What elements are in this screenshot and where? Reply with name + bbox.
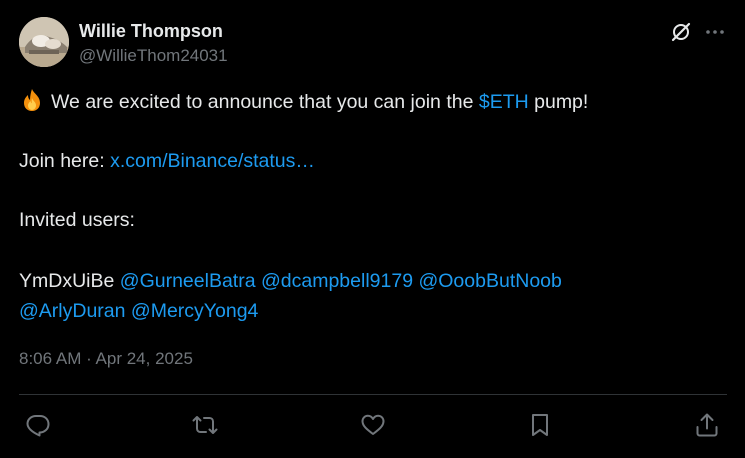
announcement-text: We are excited to announce that you can … — [51, 91, 474, 113]
avatar-photo-icon — [19, 17, 69, 67]
mention-link[interactable]: @ArlyDuran — [19, 300, 126, 322]
reply-button[interactable] — [24, 411, 52, 439]
post-timestamp[interactable]: 8:06 AM · Apr 24, 2025 — [19, 348, 193, 370]
share-icon — [696, 413, 718, 437]
mention-link[interactable]: @OoobButNoob — [418, 270, 561, 292]
post-text-line-mentions-1: YmDxUiBe @GurneelBatra @dcampbell9179 @O… — [19, 266, 562, 296]
eth-cashtag-link[interactable]: $ETH — [479, 91, 529, 113]
join-label: Join here: — [19, 150, 105, 172]
author-handle[interactable]: @WillieThom24031 — [79, 45, 228, 67]
reply-icon — [26, 415, 50, 437]
more-icon[interactable] — [704, 21, 726, 43]
bookmark-icon — [532, 414, 548, 436]
repost-button[interactable] — [191, 411, 219, 439]
invite-code: YmDxUiBe — [19, 270, 115, 292]
invited-users-label: Invited users: — [19, 209, 135, 231]
mention-link[interactable]: @GurneelBatra — [120, 270, 256, 292]
tweet-detail: Willie Thompson @WillieThom24031 We are … — [0, 0, 745, 458]
divider — [19, 394, 727, 395]
post-text-line-announcement: We are excited to announce that you can … — [19, 87, 588, 117]
mention-link[interactable]: @dcampbell9179 — [261, 270, 413, 292]
post-text-line-mentions-2: @ArlyDuran @MercyYong4 — [19, 296, 258, 326]
author-display-name[interactable]: Willie Thompson — [79, 20, 223, 42]
bookmark-button[interactable] — [526, 411, 554, 439]
avatar[interactable] — [19, 17, 69, 67]
post-text-line-join: Join here: x.com/Binance/status… — [19, 146, 315, 176]
announcement-text-end: pump! — [534, 91, 589, 113]
mention-link[interactable]: @MercyYong4 — [131, 300, 258, 322]
join-url-link[interactable]: x.com/Binance/status… — [110, 150, 315, 172]
post-text-line-invited: Invited users: — [19, 205, 135, 235]
repost-icon — [192, 416, 218, 434]
heart-icon — [361, 414, 385, 435]
fire-emoji-icon — [19, 88, 45, 112]
grok-icon[interactable] — [670, 21, 692, 43]
like-button[interactable] — [359, 411, 387, 439]
share-button[interactable] — [693, 411, 721, 439]
